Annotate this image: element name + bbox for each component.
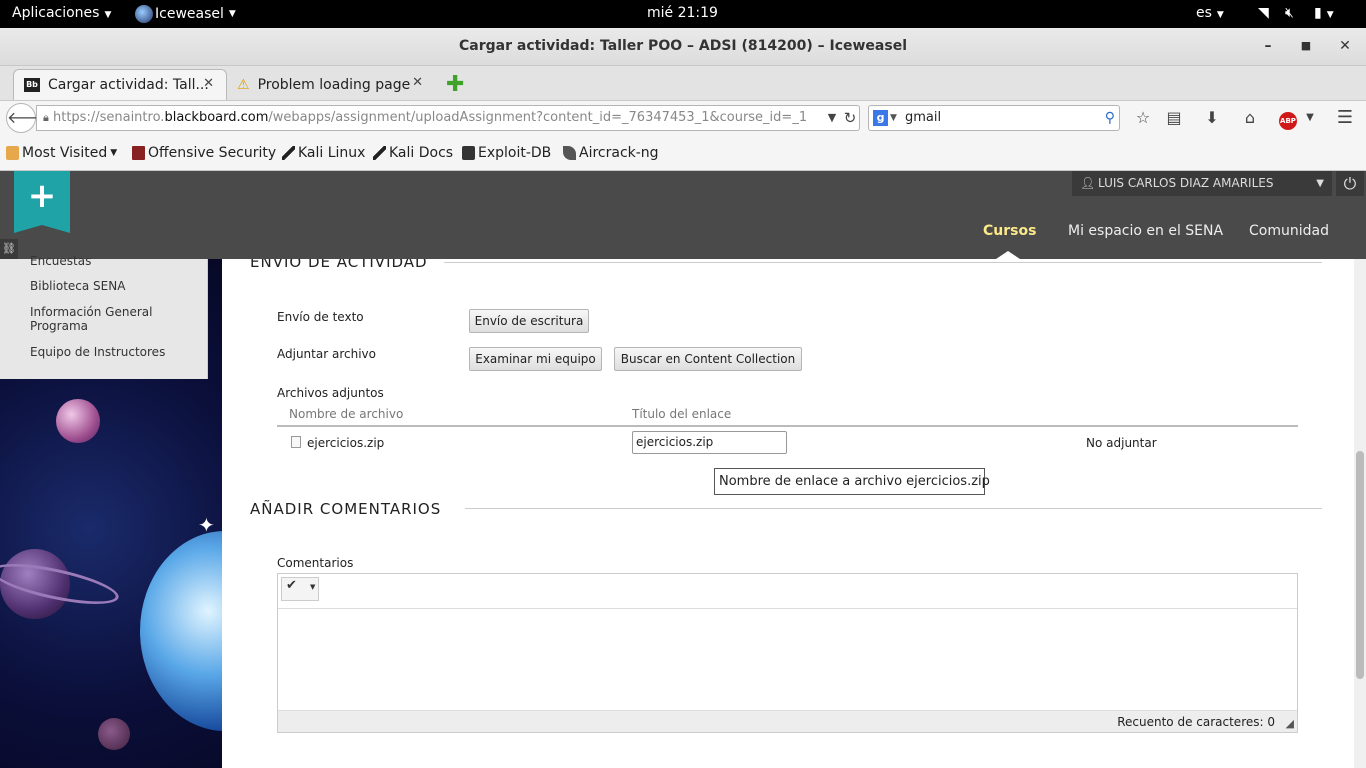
link-title-input[interactable]: ejercicios.zip [632, 431, 787, 454]
user-name: LUIS CARLOS DIAZ AMARILES [1098, 176, 1274, 190]
user-icon: 👤︎ [1080, 176, 1096, 190]
search-engine-dropdown-icon[interactable]: ▼ [890, 106, 897, 130]
url-prefix: https://senaintro. [53, 110, 165, 125]
new-tab-icon[interactable]: ✚ [436, 69, 470, 100]
user-menu[interactable]: 👤︎ LUIS CARLOS DIAZ AMARILES ▼ [1072, 171, 1332, 196]
reload-icon[interactable]: ↻ [838, 107, 862, 129]
warning-icon: ⚠ [237, 76, 250, 93]
envio-escritura-button[interactable]: Envío de escritura [469, 309, 589, 333]
resize-handle-icon[interactable]: ◢ [1286, 713, 1294, 735]
planet-image [56, 399, 100, 443]
volume-icon[interactable]: 🔇︎ [1285, 5, 1294, 21]
link-icon[interactable]: ⛓ [0, 239, 18, 259]
exploit-db-icon [462, 146, 475, 160]
add-shortcut-button[interactable]: + [14, 171, 70, 225]
search-icon[interactable]: ⚲ [1105, 106, 1115, 130]
blackboard-header: + 👤︎ LUIS CARLOS DIAZ AMARILES ▼ ⏻ Curso… [0, 171, 1366, 259]
menu-item-equipo-instructores[interactable]: Equipo de Instructores [30, 345, 165, 359]
scrollbar-thumb[interactable] [1356, 451, 1364, 679]
bookmark-kali-docs[interactable]: Kali Docs [373, 145, 453, 161]
clock[interactable]: mié 21:19 [647, 5, 718, 21]
url-domain: blackboard.com [164, 110, 269, 125]
adblock-icon[interactable]: ABP [1276, 107, 1300, 130]
adblock-dropdown-icon[interactable]: ▼ [1298, 107, 1322, 129]
wifi-icon[interactable]: ◥ [1258, 5, 1269, 21]
editor-toolbar: ✔ ▼ [278, 574, 1297, 609]
kali-icon [373, 146, 386, 160]
close-window-icon[interactable]: ✕ [1333, 34, 1357, 58]
nav-cursos[interactable]: Cursos [983, 223, 1036, 239]
google-icon[interactable]: g [873, 110, 888, 126]
close-tab-icon[interactable]: ✕ [412, 75, 423, 90]
battery-icon[interactable]: ▮ ▼ [1314, 5, 1334, 21]
bookmark-exploit-db[interactable]: Exploit-DB [462, 145, 551, 161]
chevron-down-icon: ▼ [310, 583, 316, 591]
small-moon-image [98, 718, 130, 750]
menu-item-informacion-general[interactable]: Información General Programa [30, 305, 170, 333]
home-icon[interactable]: ⌂ [1238, 107, 1262, 129]
kali-icon [282, 146, 295, 160]
folder-icon [6, 146, 19, 160]
comentarios-editor: ✔ ▼ Recuento de caracteres: 0 ◢ [277, 573, 1298, 733]
system-top-bar: Aplicaciones ▼ Iceweasel ▼ mié 21:19 es ▼ ◥… [0, 0, 1366, 28]
lock-icon: 🔒︎ [43, 111, 49, 124]
window-titlebar: Cargar actividad: Taller POO – ADSI (814… [0, 28, 1366, 66]
tab-problem-loading[interactable]: ⚠ Problem loading page ✕ [227, 69, 435, 100]
menu-item-biblioteca[interactable]: Biblioteca SENA [30, 279, 125, 293]
hamburger-menu-icon[interactable]: ☰ [1333, 107, 1357, 129]
tab-label: Problem loading page [257, 76, 411, 93]
language-indicator[interactable]: es ▼ [1196, 5, 1224, 21]
close-tab-icon[interactable]: ✕ [203, 76, 214, 91]
offsec-icon [132, 146, 145, 160]
bookmark-most-visited[interactable]: Most Visited ▼ [6, 145, 117, 161]
char-count: Recuento de caracteres: 0 [1117, 715, 1275, 729]
menu-item-encuestas[interactable]: Encuestas [30, 254, 91, 268]
aircrack-icon [563, 146, 576, 160]
tab-strip: Bb Cargar actividad: Tall... ✕ ⚠ Problem… [0, 66, 1366, 100]
course-menu: Encuestas Biblioteca SENA Información Ge… [0, 254, 208, 379]
app-menu[interactable]: Iceweasel ▼ [135, 5, 236, 23]
download-icon[interactable]: ⬇ [1200, 107, 1224, 129]
bookmarks-menu-icon[interactable]: ▤ [1162, 107, 1186, 129]
blackboard-icon: Bb [24, 78, 40, 92]
active-nav-indicator [996, 251, 1020, 259]
url-path: /webapps/assignment/uploadAssignment?con… [268, 110, 808, 125]
bookmark-star-icon[interactable]: ☆ [1131, 107, 1155, 129]
editor-textarea[interactable] [278, 610, 1297, 710]
chevron-down-icon: ▼ [1316, 178, 1324, 189]
bookmark-kali-linux[interactable]: Kali Linux [282, 145, 365, 161]
window-title: Cargar actividad: Taller POO – ADSI (814… [459, 38, 907, 54]
nav-mi-espacio[interactable]: Mi espacio en el SENA [1068, 223, 1223, 239]
star-sparkle: ✦ [198, 513, 215, 537]
logout-icon[interactable]: ⏻ [1336, 171, 1364, 196]
url-bar[interactable]: 🔒︎ https://senaintro.blackboard.com/weba… [36, 105, 860, 131]
bookmark-offensive-security[interactable]: Offensive Security [132, 145, 276, 161]
tab-label: Cargar actividad: Tall... [48, 77, 209, 93]
search-value: gmail [905, 110, 942, 125]
applications-menu[interactable]: Aplicaciones ▼ [12, 5, 111, 21]
editor-footer: Recuento de caracteres: 0 ◢ [278, 710, 1297, 732]
minimize-icon[interactable]: – [1256, 34, 1280, 58]
spellcheck-button[interactable]: ✔ ▼ [281, 577, 319, 601]
no-adjuntar-link[interactable]: No adjuntar [1086, 436, 1157, 450]
navigation-toolbar: 🡐 🔒︎ https://senaintro.blackboard.com/we… [0, 100, 1366, 135]
examinar-equipo-button[interactable]: Examinar mi equipo [469, 347, 602, 371]
back-button[interactable]: 🡐 [6, 103, 50, 133]
maximize-icon[interactable]: ■ [1294, 34, 1318, 58]
bookmarks-toolbar: Most Visited ▼ Offensive Security Kali Li… [0, 135, 1366, 171]
buscar-content-collection-button[interactable]: Buscar en Content Collection [614, 347, 802, 371]
spellcheck-icon: ✔ [286, 578, 297, 593]
nav-comunidad[interactable]: Comunidad [1249, 223, 1329, 239]
add-shortcut-ribbon-tail [14, 225, 70, 233]
bookmark-aircrack-ng[interactable]: Aircrack-ng [563, 145, 659, 161]
iceweasel-icon [135, 5, 153, 23]
search-field[interactable]: g ▼ gmail ⚲ [868, 105, 1120, 131]
tab-cargar-actividad[interactable]: Bb Cargar actividad: Tall... ✕ [13, 69, 227, 100]
